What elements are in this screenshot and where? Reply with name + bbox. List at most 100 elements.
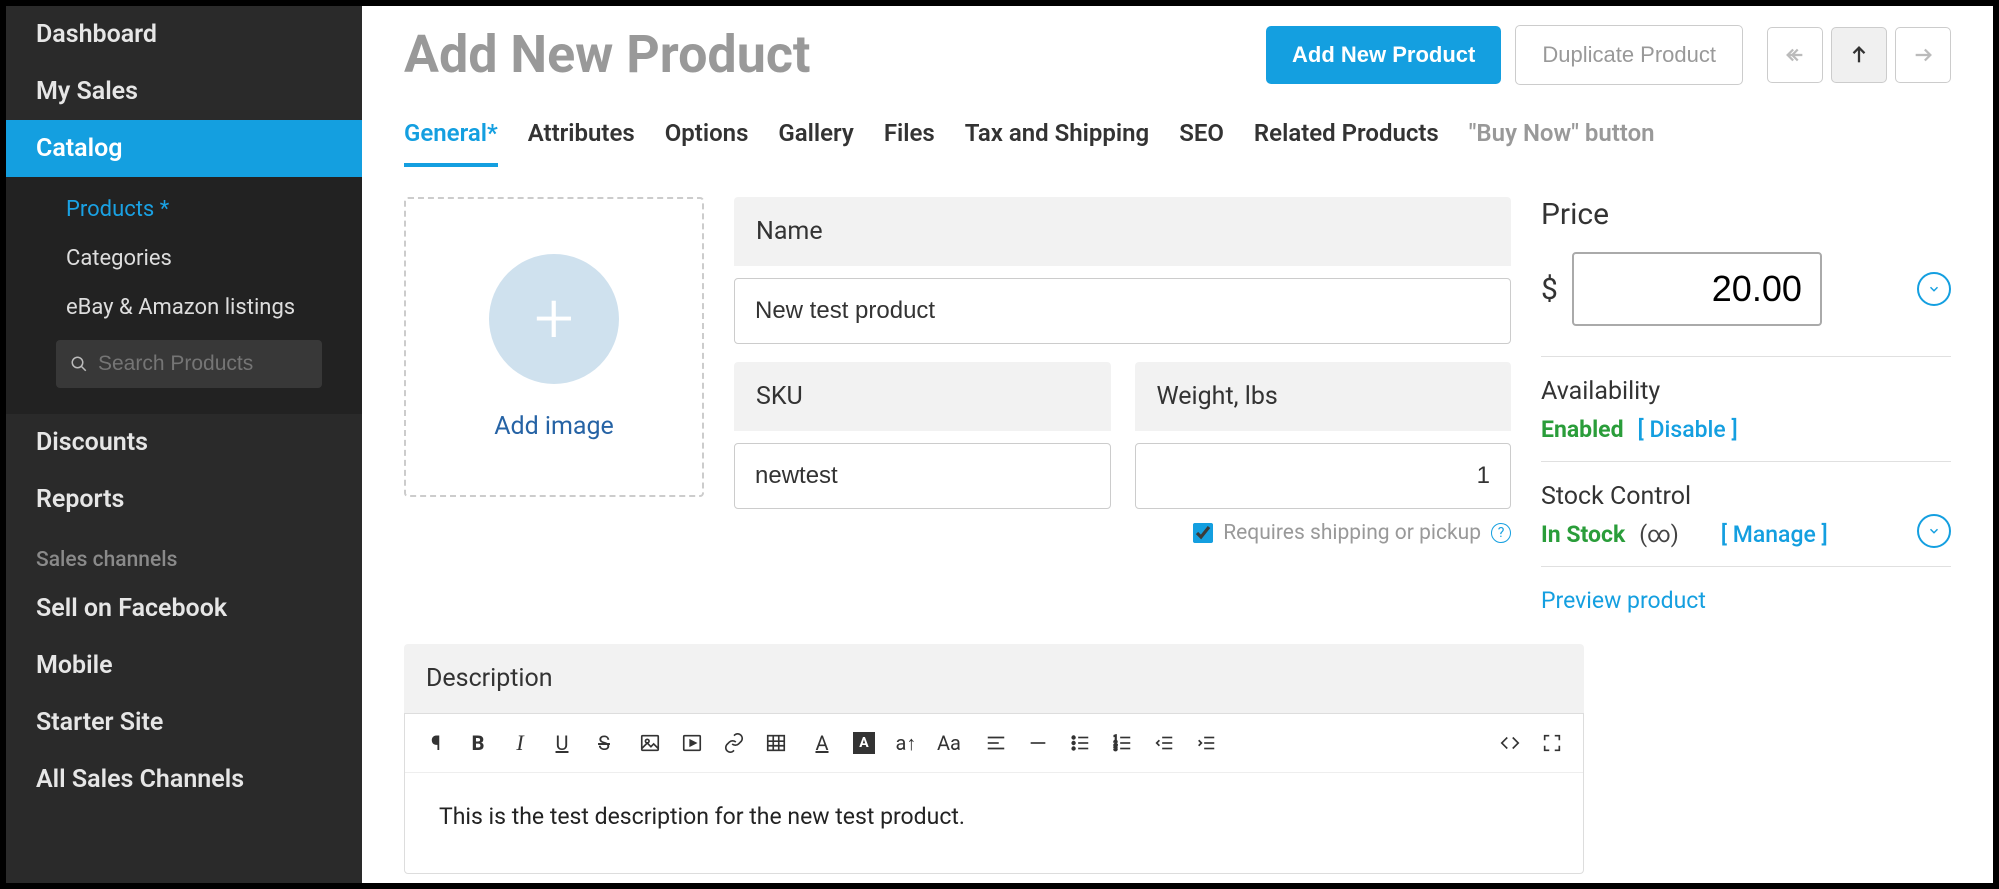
arrow-left-icon (1784, 44, 1806, 66)
tb-link[interactable] (723, 732, 745, 754)
add-new-product-button[interactable]: Add New Product (1266, 26, 1501, 84)
link-icon (723, 732, 745, 754)
tb-indent[interactable] (1195, 732, 1217, 754)
sidebar-item-reports[interactable]: Reports (6, 471, 362, 528)
outdent-icon (1153, 732, 1175, 754)
name-input[interactable] (734, 278, 1511, 344)
sidebar-item-starter-site[interactable]: Starter Site (6, 694, 362, 751)
tb-text-color[interactable]: A (811, 731, 833, 755)
tb-ul[interactable] (1069, 732, 1091, 754)
nav-up-button[interactable] (1831, 27, 1887, 83)
tb-bg-color[interactable]: A (853, 732, 875, 754)
tb-fullscreen[interactable] (1541, 732, 1563, 754)
code-icon (1499, 732, 1521, 754)
tb-outdent[interactable] (1153, 732, 1175, 754)
name-label: Name (734, 197, 1511, 266)
add-image-label: Add image (494, 412, 614, 441)
price-expand[interactable] (1917, 272, 1951, 306)
search-input[interactable] (98, 352, 308, 376)
tab-tax-shipping[interactable]: Tax and Shipping (965, 119, 1149, 167)
requires-shipping-checkbox[interactable] (1193, 523, 1213, 543)
sidebar: Dashboard My Sales Catalog Products * Ca… (6, 6, 362, 883)
arrow-right-icon (1912, 44, 1934, 66)
align-left-icon (985, 732, 1007, 754)
currency-symbol: $ (1541, 272, 1558, 307)
stock-label: Stock Control (1541, 482, 1951, 511)
tb-code[interactable] (1499, 732, 1521, 754)
image-upload[interactable]: + Add image (404, 197, 704, 497)
tab-related[interactable]: Related Products (1254, 119, 1439, 167)
tb-paragraph[interactable]: ¶ (425, 731, 447, 755)
sidebar-sub-products[interactable]: Products * (6, 185, 362, 234)
manage-stock-link[interactable]: [ Manage ] (1721, 521, 1828, 548)
tb-bold[interactable]: B (467, 731, 489, 755)
price-input[interactable] (1572, 252, 1822, 326)
tb-image[interactable] (639, 732, 661, 754)
weight-label: Weight, lbs (1135, 362, 1512, 431)
sidebar-item-all-channels[interactable]: All Sales Channels (6, 751, 362, 808)
tab-options[interactable]: Options (665, 119, 749, 167)
nav-next-button[interactable] (1895, 27, 1951, 83)
sidebar-item-catalog[interactable]: Catalog (6, 120, 362, 177)
tb-underline[interactable]: U (551, 731, 573, 755)
editor-toolbar: ¶ B I U S A A a↑ (405, 714, 1583, 773)
tb-align[interactable] (985, 732, 1007, 754)
sidebar-sub-ebay-amazon[interactable]: eBay & Amazon listings (6, 283, 362, 332)
stock-qty: (∞) (1639, 521, 1679, 548)
search-icon (70, 355, 88, 373)
tab-buy-now[interactable]: "Buy Now" button (1469, 119, 1655, 167)
nav-arrows (1767, 27, 1951, 83)
sidebar-item-facebook[interactable]: Sell on Facebook (6, 580, 362, 637)
sidebar-item-discounts[interactable]: Discounts (6, 414, 362, 471)
tb-ol[interactable]: 123 (1111, 732, 1133, 754)
tb-hr[interactable] (1027, 732, 1049, 754)
sku-input[interactable] (734, 443, 1111, 509)
description-label: Description (404, 644, 1584, 713)
tab-attributes[interactable]: Attributes (528, 119, 635, 167)
availability-label: Availability (1541, 377, 1951, 406)
help-icon[interactable]: ? (1491, 523, 1511, 543)
sidebar-submenu: Products * Categories eBay & Amazon list… (6, 177, 362, 414)
stock-status: In Stock (1541, 521, 1625, 548)
stock-expand[interactable] (1917, 514, 1951, 548)
sidebar-item-my-sales[interactable]: My Sales (6, 63, 362, 120)
tb-table[interactable] (765, 732, 787, 754)
nav-prev-button[interactable] (1767, 27, 1823, 83)
tb-video[interactable] (681, 732, 703, 754)
availability-status: Enabled (1541, 416, 1624, 443)
tab-files[interactable]: Files (884, 119, 935, 167)
tb-italic[interactable]: I (509, 730, 531, 756)
weight-input[interactable] (1135, 443, 1512, 509)
tb-strike[interactable]: S (593, 731, 615, 755)
sku-label: SKU (734, 362, 1111, 431)
description-textarea[interactable]: This is the test description for the new… (405, 773, 1583, 873)
tab-seo[interactable]: SEO (1179, 119, 1224, 167)
header-row: Add New Product Add New Product Duplicat… (362, 6, 1993, 85)
disable-link[interactable]: [ Disable ] (1638, 416, 1738, 443)
sidebar-item-mobile[interactable]: Mobile (6, 637, 362, 694)
requires-shipping-label: Requires shipping or pickup (1223, 521, 1481, 545)
chevron-down-icon (1927, 282, 1941, 296)
preview-product-link[interactable]: Preview product (1541, 587, 1951, 614)
sidebar-section-label: Sales channels (6, 528, 362, 580)
arrow-up-icon (1848, 44, 1870, 66)
tab-gallery[interactable]: Gallery (778, 119, 853, 167)
sidebar-sub-categories[interactable]: Categories (6, 234, 362, 283)
hr-icon (1027, 732, 1049, 754)
price-label: Price (1541, 197, 1951, 232)
chevron-down-icon (1927, 524, 1941, 538)
tabs: General* Attributes Options Gallery File… (362, 85, 1993, 167)
duplicate-product-button[interactable]: Duplicate Product (1515, 25, 1743, 85)
image-icon (639, 732, 661, 754)
tab-general[interactable]: General* (404, 119, 498, 167)
tb-font-family[interactable]: Aa (937, 731, 961, 755)
sidebar-search[interactable] (56, 340, 322, 388)
tb-font-size[interactable]: a↑ (895, 731, 917, 756)
ol-icon: 123 (1111, 732, 1133, 754)
indent-icon (1195, 732, 1217, 754)
sidebar-item-dashboard[interactable]: Dashboard (6, 6, 362, 63)
ul-icon (1069, 732, 1091, 754)
plus-icon: + (534, 284, 574, 354)
main-content: Add New Product Add New Product Duplicat… (362, 6, 1993, 883)
svg-text:3: 3 (1114, 744, 1118, 752)
